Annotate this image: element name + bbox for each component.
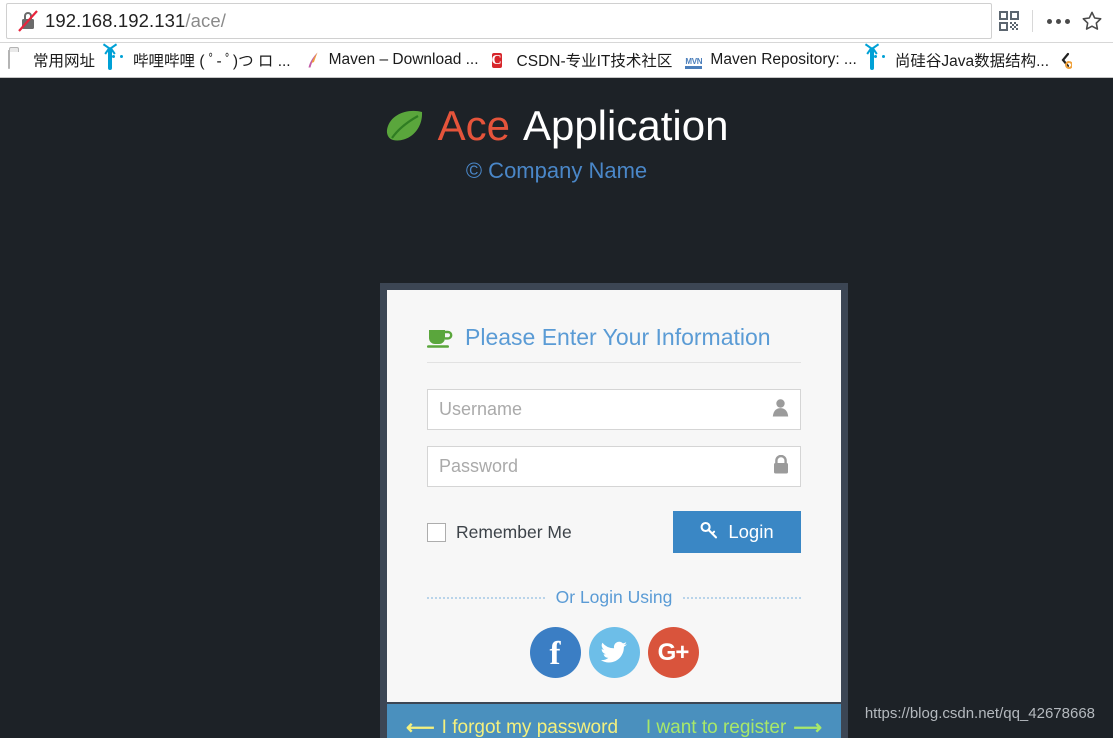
forgot-password-label: I forgot my password — [441, 717, 619, 738]
browser-toolbar: 192.168.192.131/ace/ — [0, 0, 1113, 43]
star-icon[interactable] — [1075, 6, 1109, 36]
app-title: Ace Application — [385, 102, 729, 149]
bilibili-icon — [108, 49, 126, 70]
bookmark-item[interactable]: MVN Maven Repository: ... — [681, 47, 863, 73]
google-plus-icon[interactable]: G+ — [647, 627, 699, 678]
leaf-icon — [385, 109, 425, 143]
bookmark-label: Maven – Download ... — [328, 51, 479, 68]
login-page: Ace Application © Company Name Please En… — [0, 78, 1113, 738]
forgot-password-link[interactable]: ⟵ I forgot my password — [406, 717, 618, 738]
login-card-body: Please Enter Your Information Username R… — [387, 290, 841, 702]
app-branding: Ace Application © Company Name — [0, 78, 1113, 184]
password-field-wrapper — [427, 446, 801, 487]
login-button[interactable]: Login — [673, 511, 801, 553]
separator-line-right — [683, 596, 802, 599]
register-link[interactable]: I want to register ⟶ — [646, 717, 822, 738]
bookmark-item[interactable]: 哔哩哔哩 ( ﾟ- ﾟ)つ ロ ... — [104, 47, 298, 73]
address-bar-text: 192.168.192.131/ace/ — [45, 10, 226, 32]
watermark: https://blog.csdn.net/qq_42678668 — [864, 705, 1095, 722]
bookmark-item[interactable]: C CSDN-专业IT技术社区 — [488, 47, 680, 73]
csdn-icon: C — [491, 53, 502, 68]
bookmark-item[interactable]: 尚硅谷Java数据结构... — [866, 47, 1056, 73]
bookmark-label: Maven Repository: ... — [710, 51, 857, 68]
facebook-glyph: f — [549, 635, 561, 672]
username-input[interactable] — [427, 389, 801, 430]
toolbar-actions — [994, 3, 1109, 39]
or-login-label: Or Login Using — [555, 587, 673, 607]
bookmark-item[interactable]: Maven – Download ... — [300, 47, 486, 73]
bookmark-label: CSDN-专业IT技术社区 — [516, 53, 673, 70]
separator-line-left — [427, 596, 545, 599]
facebook-icon[interactable]: f — [529, 627, 581, 678]
google-plus-glyph: G+ — [657, 638, 690, 666]
login-heading: Please Enter Your Information — [427, 324, 801, 363]
bilibili-icon — [869, 49, 888, 70]
bookmark-label: 哔哩哔哩 ( ﾟ- ﾟ)つ ロ ... — [133, 53, 291, 70]
bookmark-label: 常用网址 — [33, 53, 96, 70]
url-path: /ace/ — [185, 10, 226, 31]
bookmark-item[interactable]: 常用网址 — [4, 47, 102, 73]
twitter-icon[interactable] — [588, 627, 640, 678]
register-label: I want to register — [645, 717, 787, 738]
app-title-main: Application — [522, 102, 729, 149]
login-button-label: Login — [728, 521, 774, 542]
social-login-buttons: f G+ — [427, 627, 801, 678]
app-title-accent: Ace — [437, 102, 510, 149]
mvn-icon: MVN — [685, 51, 703, 69]
bookmarks-bar: 常用网址 哔哩哔哩 ( ﾟ- ﾟ)つ ロ ... Maven – Downloa… — [0, 43, 1113, 78]
url-host: 192.168.192.131 — [45, 10, 186, 31]
password-input[interactable] — [427, 446, 801, 487]
login-card-footer: ⟵ I forgot my password I want to registe… — [387, 702, 841, 738]
arrow-right-icon: ⟶ — [793, 717, 822, 738]
username-field-wrapper — [427, 389, 801, 430]
maven-feather-icon — [304, 51, 322, 69]
remember-me-checkbox[interactable] — [427, 522, 446, 542]
app-subtitle: © Company Name — [465, 158, 648, 184]
remember-and-login-row: Remember Me Login — [427, 511, 801, 553]
or-login-separator: Or Login Using — [427, 587, 802, 608]
chevron-icon[interactable] — [1058, 51, 1076, 69]
coffee-cup-icon — [427, 327, 453, 349]
remember-me-control[interactable]: Remember Me — [427, 522, 572, 543]
key-icon — [700, 521, 718, 544]
remember-me-label: Remember Me — [456, 521, 572, 542]
toolbar-divider — [1032, 10, 1033, 32]
browser-chrome: 192.168.192.131/ace/ 常用网址 哔哩哔哩 (ﾟ- ﾟ)つ … — [0, 0, 1113, 78]
address-bar[interactable]: 192.168.192.131/ace/ — [6, 3, 992, 39]
qr-code-icon[interactable] — [994, 7, 1024, 35]
folder-icon — [8, 50, 26, 69]
login-heading-text: Please Enter Your Information — [465, 324, 771, 350]
more-options-icon[interactable] — [1041, 7, 1075, 35]
bookmark-label: 尚硅谷Java数据结构... — [894, 53, 1050, 70]
broken-lock-icon[interactable] — [17, 9, 39, 33]
login-card: Please Enter Your Information Username R… — [380, 283, 848, 738]
arrow-left-icon: ⟵ — [406, 717, 435, 738]
